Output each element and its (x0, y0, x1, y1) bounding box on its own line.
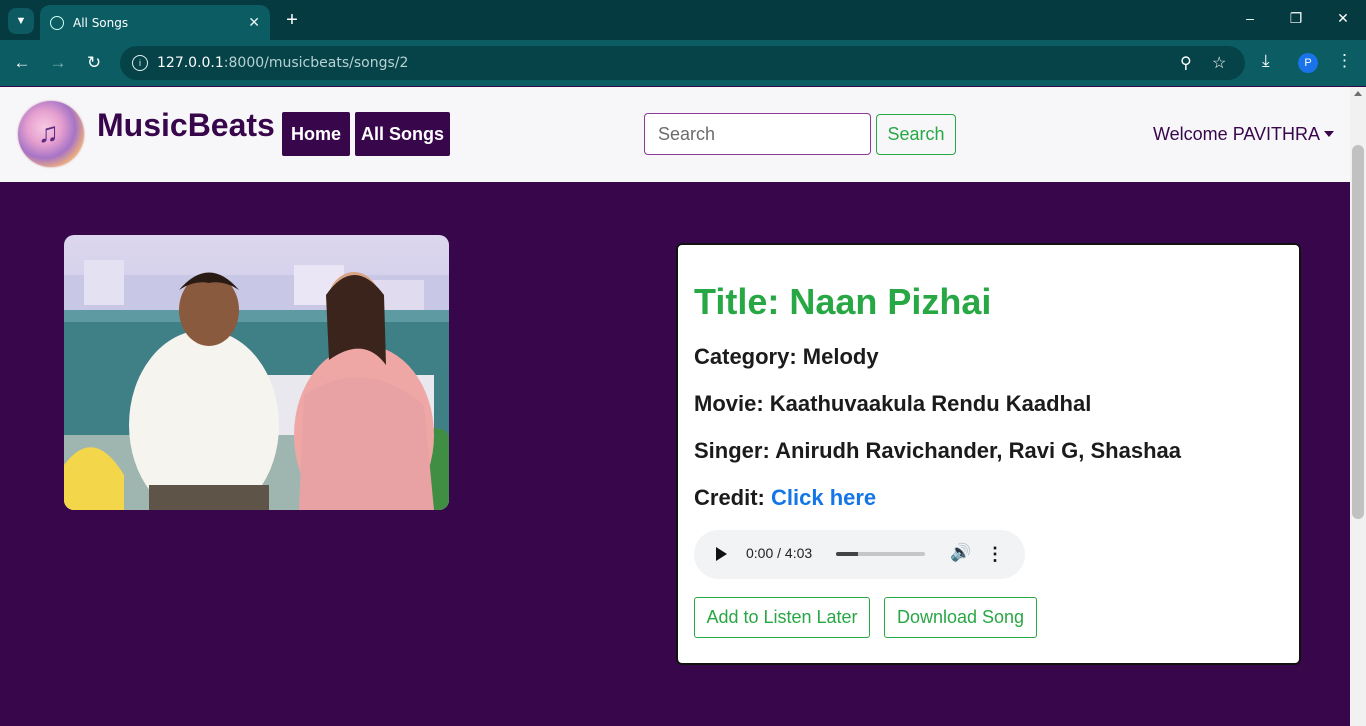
volume-icon[interactable]: 🔊 (950, 543, 971, 563)
scrollbar-thumb[interactable] (1352, 145, 1364, 519)
search-input[interactable] (644, 113, 871, 155)
song-cover-image (64, 235, 449, 510)
song-title: Title: Naan Pizhai (694, 281, 992, 322)
brand-name[interactable]: MusicBeats (97, 107, 275, 144)
browser-menu-icon[interactable]: ⋮ (1336, 51, 1353, 71)
reload-icon[interactable]: ↻ (82, 52, 106, 74)
minimize-icon[interactable]: – (1240, 10, 1260, 26)
browser-tabstrip: ▼ All Songs ✕ + – ❐ ✕ (0, 0, 1366, 40)
zoom-icon[interactable]: ⚲ (1180, 53, 1192, 73)
restore-icon[interactable]: ❐ (1286, 10, 1306, 27)
user-dropdown[interactable]: Welcome PAVITHRA (1153, 124, 1335, 145)
profile-avatar[interactable]: P (1298, 53, 1318, 73)
song-credit: Credit: Click here (694, 485, 877, 510)
window-close-icon[interactable]: ✕ (1333, 10, 1353, 27)
musicbeats-logo[interactable]: ♫ (18, 101, 84, 167)
url-text[interactable]: 127.0.0.1:8000/musicbeats/songs/2 (157, 55, 408, 71)
credit-link[interactable]: Click here (771, 485, 876, 510)
audio-time: 0:00 / 4:03 (746, 545, 813, 561)
add-to-listen-later-button[interactable]: Add to Listen Later (694, 597, 870, 638)
more-options-icon[interactable]: ⋮ (986, 543, 1004, 565)
site-navbar: ♫ MusicBeats Home All Songs Search Welco… (0, 87, 1350, 182)
globe-icon (50, 15, 64, 30)
download-icon[interactable]: ⤓ (1262, 51, 1270, 71)
song-singer: Singer: Anirudh Ravichander, Ravi G, Sha… (694, 438, 1181, 463)
audio-progress-slider[interactable] (836, 552, 925, 556)
scroll-up-arrow-icon[interactable] (1354, 91, 1362, 96)
search-button[interactable]: Search (876, 114, 956, 155)
browser-tab[interactable]: All Songs ✕ (40, 5, 270, 40)
address-bar[interactable]: i 127.0.0.1:8000/musicbeats/songs/2 ⚲ ☆ (120, 46, 1245, 80)
browser-toolbar: ← → ↻ i 127.0.0.1:8000/musicbeats/songs/… (0, 40, 1366, 86)
audio-progress-fill (836, 552, 859, 556)
welcome-text: Welcome PAVITHRA (1153, 124, 1321, 144)
nav-home-link[interactable]: Home (282, 112, 350, 156)
song-movie: Movie: Kaathuvaakula Rendu Kaadhal (694, 391, 1092, 416)
play-icon[interactable] (716, 547, 727, 561)
audio-player: 0:00 / 4:03 🔊 ⋮ (694, 530, 1025, 579)
download-song-button[interactable]: Download Song (884, 597, 1037, 638)
nav-all-songs-link[interactable]: All Songs (355, 112, 450, 156)
tab-title: All Songs (73, 15, 129, 30)
song-details-card: Title: Naan Pizhai Category: Melody Movi… (676, 243, 1301, 665)
tab-search-chevron-icon[interactable]: ▼ (8, 8, 34, 34)
bookmark-star-icon[interactable]: ☆ (1212, 53, 1226, 73)
back-arrow-icon[interactable]: ← (10, 52, 34, 74)
forward-arrow-icon[interactable]: → (46, 52, 70, 74)
site-info-icon[interactable]: i (132, 55, 148, 71)
new-tab-plus-icon[interactable]: + (282, 8, 302, 32)
page-scrollbar[interactable] (1350, 87, 1366, 726)
caret-down-icon (1324, 131, 1335, 137)
close-tab-icon[interactable]: ✕ (248, 14, 260, 31)
song-category: Category: Melody (694, 344, 879, 369)
